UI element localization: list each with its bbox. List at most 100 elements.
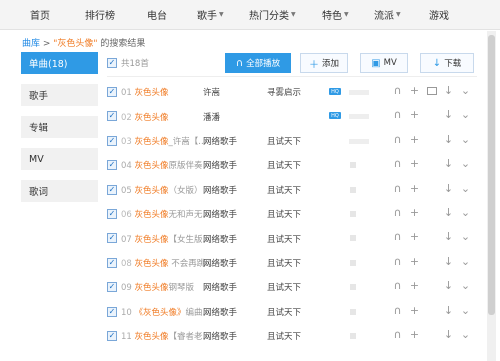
add-icon[interactable]: + [406, 230, 423, 243]
listen-icon[interactable]: ∩ [389, 230, 406, 243]
song-artist[interactable]: 网络歌手 [203, 208, 237, 220]
nav-item-home[interactable]: 首页 [30, 7, 85, 22]
breadcrumb-root-link[interactable]: 曲库 [22, 39, 40, 49]
song-artist[interactable]: 网络歌手 [203, 281, 237, 293]
song-checkbox[interactable]: ✓ [107, 111, 117, 122]
row-download-icon[interactable]: ↓ [440, 84, 457, 97]
song-artist[interactable]: 网络歌手 [203, 184, 237, 196]
select-all-control[interactable]: ✓ 共18首 [107, 57, 149, 69]
row-download-icon[interactable]: ↓ [440, 182, 457, 195]
scrollbar-thumb[interactable] [488, 35, 495, 315]
row-download-icon[interactable]: ↓ [440, 304, 457, 317]
add-icon[interactable]: + [406, 133, 423, 146]
song-row[interactable]: ✓ 06 灰色头像无和声无... 网络歌手 且试天下 ∩ + ↓ ⌄ [107, 202, 477, 226]
song-artist[interactable]: 网络歌手 [203, 233, 237, 245]
song-album[interactable]: 且试天下 [267, 233, 301, 245]
more-options-icon[interactable]: ⌄ [457, 84, 474, 97]
listen-icon[interactable]: ∩ [389, 84, 406, 97]
row-download-icon[interactable]: ↓ [440, 157, 457, 170]
row-mv-icon[interactable] [427, 86, 437, 95]
song-row[interactable]: ✓ 10 《灰色头像》编曲... 网络歌手 且试天下 ∩ + ↓ ⌄ [107, 300, 477, 324]
add-icon[interactable]: + [406, 157, 423, 170]
song-album[interactable]: 且试天下 [267, 208, 301, 220]
song-artist[interactable]: 网络歌手 [203, 159, 237, 171]
more-options-icon[interactable]: ⌄ [457, 230, 474, 243]
row-download-icon[interactable]: ↓ [440, 328, 457, 341]
more-options-icon[interactable]: ⌄ [457, 304, 474, 317]
row-download-icon[interactable]: ↓ [440, 133, 457, 146]
song-artist[interactable]: 网络歌手 [203, 257, 237, 269]
song-checkbox[interactable]: ✓ [107, 330, 117, 341]
more-options-icon[interactable]: ⌄ [457, 206, 474, 219]
song-row[interactable]: ✓ 02 灰色头像 潘潘 HQ ∩ + ↓ ⌄ [107, 104, 477, 128]
song-row[interactable]: ✓ 04 灰色头像原版伴奏 网络歌手 且试天下 ∩ + ↓ ⌄ [107, 153, 477, 177]
nav-item-featured[interactable]: 特色 ▼ [322, 7, 374, 22]
add-icon[interactable]: + [406, 328, 423, 341]
song-checkbox[interactable]: ✓ [107, 282, 117, 293]
song-checkbox[interactable]: ✓ [107, 184, 117, 195]
nav-item-games[interactable]: 游戏 [429, 7, 469, 22]
song-checkbox[interactable]: ✓ [107, 135, 117, 146]
row-download-icon[interactable]: ↓ [440, 230, 457, 243]
nav-item-categories[interactable]: 热门分类 ▼ [249, 7, 322, 22]
listen-icon[interactable]: ∩ [389, 206, 406, 219]
song-album[interactable]: 且试天下 [267, 281, 301, 293]
song-artist[interactable]: 许嵩 [203, 86, 220, 98]
more-options-icon[interactable]: ⌄ [457, 255, 474, 268]
add-icon[interactable]: + [406, 182, 423, 195]
listen-icon[interactable]: ∩ [389, 133, 406, 146]
more-options-icon[interactable]: ⌄ [457, 108, 474, 121]
listen-icon[interactable]: ∩ [389, 279, 406, 292]
song-checkbox[interactable]: ✓ [107, 160, 117, 171]
row-download-icon[interactable]: ↓ [440, 279, 457, 292]
row-download-icon[interactable]: ↓ [440, 108, 457, 121]
more-options-icon[interactable]: ⌄ [457, 328, 474, 341]
more-options-icon[interactable]: ⌄ [457, 157, 474, 170]
row-download-icon[interactable]: ↓ [440, 255, 457, 268]
add-icon[interactable]: + [406, 304, 423, 317]
add-icon[interactable]: + [406, 206, 423, 219]
nav-item-singers[interactable]: 歌手 ▼ [197, 7, 249, 22]
play-all-button[interactable]: ∩ 全部播放 [225, 53, 291, 73]
song-row[interactable]: ✓ 11 灰色头像【睿者老... 网络歌手 且试天下 ∩ + ↓ ⌄ [107, 324, 477, 348]
song-row[interactable]: ✓ 03 灰色头像_许嵩【... 网络歌手 且试天下 ∩ + ↓ ⌄ [107, 129, 477, 153]
listen-icon[interactable]: ∩ [389, 157, 406, 170]
row-download-icon[interactable]: ↓ [440, 206, 457, 219]
sidebar-item-mv[interactable]: MV [21, 148, 98, 170]
song-checkbox[interactable]: ✓ [107, 233, 117, 244]
sidebar-item-albums[interactable]: 专辑 [21, 116, 98, 138]
nav-item-radio[interactable]: 电台 [147, 7, 197, 22]
song-album[interactable]: 寻雾启示 [267, 86, 301, 98]
listen-icon[interactable]: ∩ [389, 304, 406, 317]
song-checkbox[interactable]: ✓ [107, 87, 117, 97]
listen-icon[interactable]: ∩ [389, 255, 406, 268]
song-row[interactable]: ✓ 01 灰色头像 许嵩 寻雾启示 HQ ∩ + ↓ ⌄ [107, 80, 477, 104]
add-icon[interactable]: + [406, 108, 423, 121]
song-artist[interactable]: 网络歌手 [203, 306, 237, 318]
add-icon[interactable]: + [406, 279, 423, 292]
more-options-icon[interactable]: ⌄ [457, 133, 474, 146]
add-button[interactable]: ＋添加 [300, 53, 348, 73]
download-button[interactable]: ↓ 下载 [420, 53, 474, 73]
sidebar-item-singers[interactable]: 歌手 [21, 84, 98, 106]
song-album[interactable]: 且试天下 [267, 306, 301, 318]
select-all-checkbox[interactable]: ✓ [107, 58, 117, 68]
song-row[interactable]: ✓ 07 灰色头像【女生版... 网络歌手 且试天下 ∩ + ↓ ⌄ [107, 226, 477, 250]
sidebar-item-songs[interactable]: 单曲(18) [21, 52, 98, 74]
song-album[interactable]: 且试天下 [267, 135, 301, 147]
vertical-scrollbar[interactable] [487, 31, 496, 361]
add-icon[interactable]: + [406, 84, 423, 97]
add-icon[interactable]: + [406, 255, 423, 268]
song-album[interactable]: 且试天下 [267, 257, 301, 269]
more-options-icon[interactable]: ⌄ [457, 182, 474, 195]
sidebar-item-lyrics[interactable]: 歌词 [21, 180, 98, 202]
song-artist[interactable]: 网络歌手 [203, 330, 237, 342]
listen-icon[interactable]: ∩ [389, 108, 406, 121]
mv-button[interactable]: ▣ MV [360, 53, 408, 73]
song-row[interactable]: ✓ 05 灰色头像（女版） 网络歌手 且试天下 ∩ + ↓ ⌄ [107, 178, 477, 202]
listen-icon[interactable]: ∩ [389, 182, 406, 195]
song-artist[interactable]: 潘潘 [203, 111, 220, 123]
nav-item-charts[interactable]: 排行榜 [85, 7, 147, 22]
song-checkbox[interactable]: ✓ [107, 257, 117, 268]
song-album[interactable]: 且试天下 [267, 159, 301, 171]
